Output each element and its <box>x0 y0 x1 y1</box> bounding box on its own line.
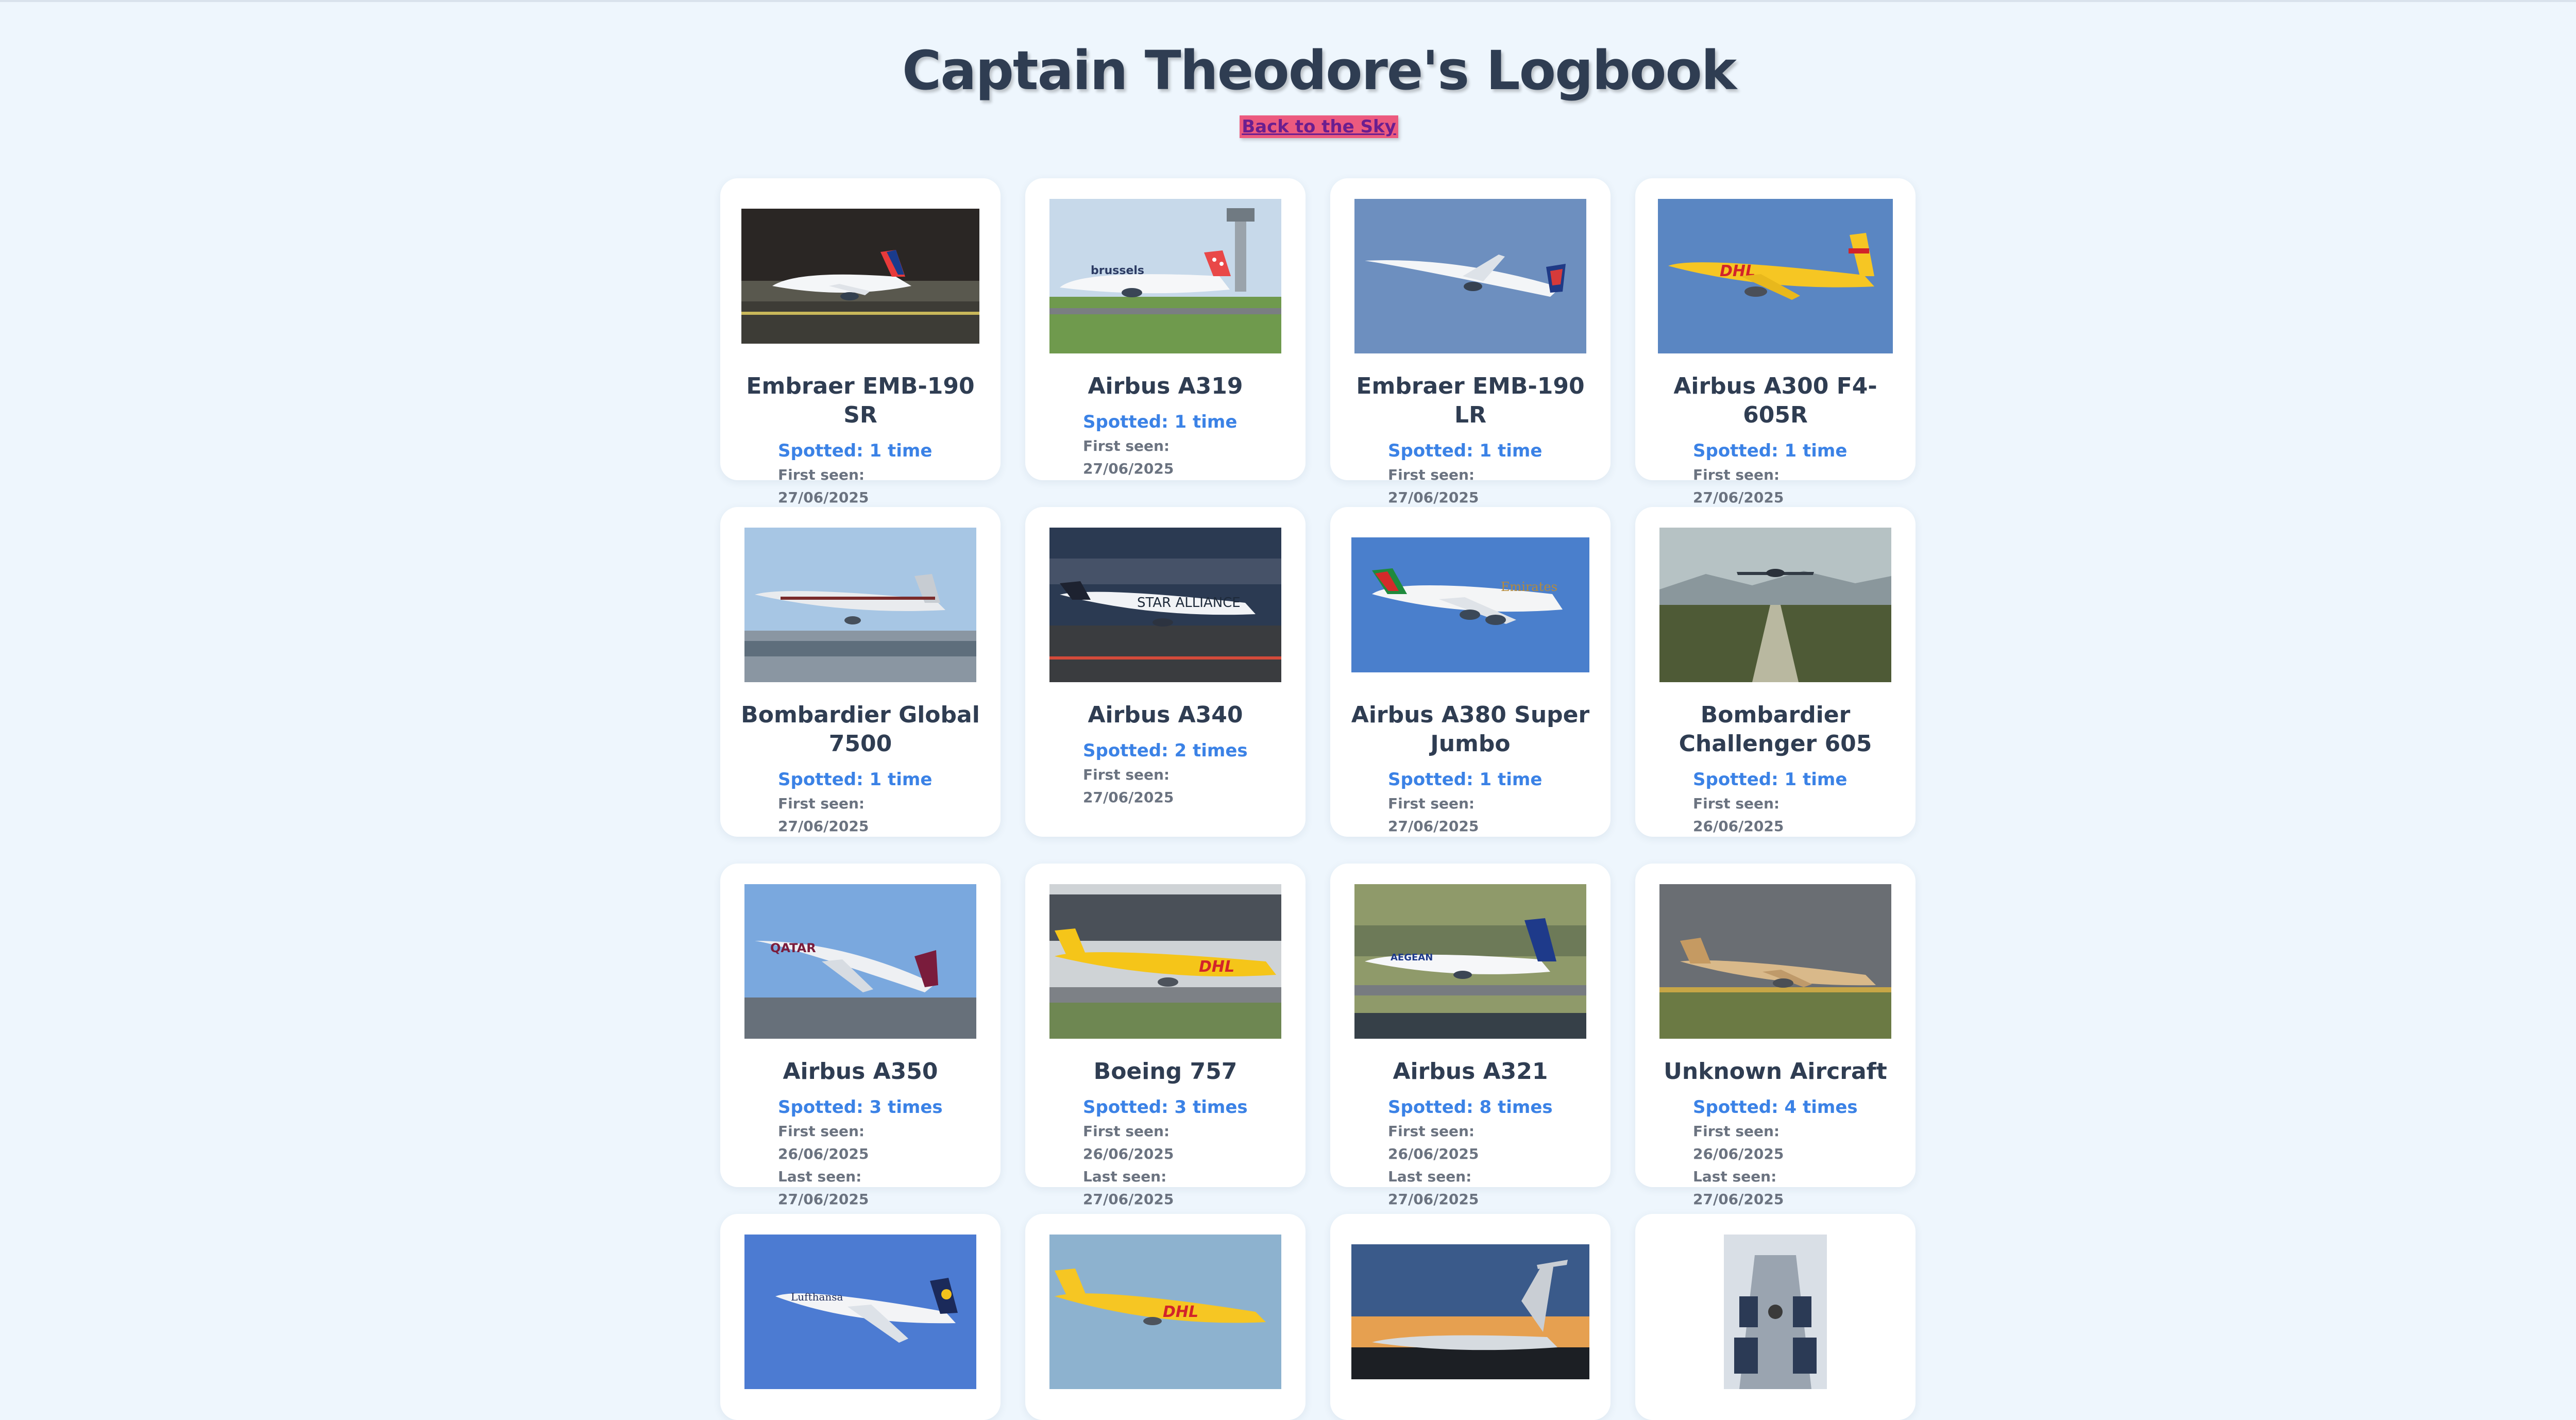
first-seen: First seen: 27/06/2025 <box>1388 795 1479 835</box>
aircraft-name: Boeing 757 <box>1093 1058 1238 1085</box>
aircraft-meta: Spotted: 3 times First seen: 26/06/2025 … <box>1083 1094 1248 1211</box>
first-seen: First seen: 27/06/2025 <box>1083 437 1174 477</box>
aircraft-card[interactable]: DHL Airbus A300 F4-605R Spotted: 1 time … <box>1635 178 1916 506</box>
aircraft-photo <box>741 199 979 353</box>
aircraft-meta: Spotted: 1 time First seen: 27/06/2025 <box>1693 438 1858 509</box>
spotted-count: Spotted: 2 times <box>1083 740 1248 761</box>
spotted-count: Spotted: 1 time <box>1693 769 1848 790</box>
spotted-count: Spotted: 1 time <box>1083 412 1238 432</box>
aircraft-name: Embraer EMB-190 LR <box>1356 373 1585 428</box>
aircraft-photo <box>1656 528 1894 682</box>
aircraft-photo: DHL <box>1046 884 1284 1039</box>
aircraft-meta: Spotted: 1 time First seen: 27/06/2025 <box>1388 438 1553 509</box>
svg-text:STAR ALLIANCE: STAR ALLIANCE <box>1137 595 1241 611</box>
aircraft-card[interactable]: DHL <box>1025 1214 1306 1420</box>
page-title: Captain Theodore's Logbook <box>902 39 1737 102</box>
svg-text:QATAR: QATAR <box>770 941 816 955</box>
aircraft-name: Airbus A300 F4-605R <box>1673 373 1877 428</box>
aircraft-meta: Spotted: 2 times First seen: 27/06/2025 <box>1083 738 1248 809</box>
aircraft-meta: Spotted: 1 time First seen: 27/06/2025 <box>778 767 943 838</box>
aircraft-card[interactable]: Emirates Airbus A380 Super Jumbo Spotted… <box>1330 507 1611 837</box>
spotted-count: Spotted: 3 times <box>1083 1097 1248 1118</box>
aircraft-photo <box>1351 199 1589 353</box>
spotted-count: Spotted: 1 time <box>778 769 933 790</box>
top-border <box>0 0 2576 2</box>
aircraft-name: Airbus A319 <box>1088 373 1243 399</box>
aircraft-meta: Spotted: 3 times First seen: 26/06/2025 … <box>778 1094 943 1211</box>
last-seen: Last seen: 27/06/2025 <box>778 1168 869 1208</box>
aircraft-card[interactable]: Lufthansa <box>720 1214 1001 1420</box>
aircraft-photo <box>1656 884 1894 1039</box>
back-to-sky-link[interactable]: Back to the Sky <box>1240 115 1398 138</box>
aircraft-photo: AEGEAN <box>1351 884 1589 1039</box>
svg-text:brussels: brussels <box>1091 264 1144 277</box>
page-header: Captain Theodore's Logbook Back to the S… <box>0 0 2576 138</box>
aircraft-meta: Spotted: 1 time First seen: 27/06/2025 <box>778 438 943 509</box>
aircraft-name: Airbus A350 <box>783 1058 938 1085</box>
aircraft-meta: Spotted: 1 time First seen: 27/06/2025 <box>1388 767 1553 838</box>
spotted-count: Spotted: 8 times <box>1388 1097 1553 1118</box>
aircraft-card[interactable]: QATAR Airbus A350 Spotted: 3 times First… <box>720 864 1001 1208</box>
aircraft-card[interactable]: Bombardier Global 7500 Spotted: 1 time F… <box>720 507 1001 837</box>
first-seen: First seen: 27/06/2025 <box>778 795 869 835</box>
aircraft-card[interactable] <box>1330 1214 1611 1420</box>
aircraft-photo: Lufthansa <box>741 1235 979 1389</box>
aircraft-photo: DHL <box>1656 199 1894 353</box>
aircraft-photo <box>1351 1235 1589 1389</box>
aircraft-name: Airbus A340 <box>1088 702 1243 728</box>
aircraft-photo: brussels <box>1046 199 1284 353</box>
aircraft-card[interactable]: AEGEAN Airbus A321 Spotted: 8 times Firs… <box>1330 864 1611 1208</box>
first-seen: First seen: 27/06/2025 <box>778 466 869 506</box>
aircraft-meta: Spotted: 1 time First seen: 27/06/2025 <box>1083 409 1248 480</box>
aircraft-photo: DHL <box>1046 1235 1284 1389</box>
aircraft-photo: STAR ALLIANCE <box>1046 528 1284 682</box>
aircraft-card[interactable] <box>1635 1214 1916 1420</box>
last-seen: Last seen: 27/06/2025 <box>1693 1168 1784 1208</box>
aircraft-name: Unknown Aircraft <box>1664 1058 1887 1085</box>
aircraft-meta: Spotted: 4 times First seen: 26/06/2025 … <box>1693 1094 1858 1211</box>
last-seen: Last seen: 27/06/2025 <box>1083 1168 1174 1208</box>
svg-text:DHL: DHL <box>1163 1303 1198 1321</box>
first-seen: First seen: 26/06/2025 <box>1693 1123 1784 1162</box>
first-seen: First seen: 27/06/2025 <box>1083 766 1174 806</box>
svg-text:Lufthansa: Lufthansa <box>791 1291 843 1303</box>
first-seen: First seen: 26/06/2025 <box>1388 1123 1479 1162</box>
aircraft-name: Airbus A380 Super Jumbo <box>1351 702 1590 757</box>
aircraft-card[interactable]: Bombardier Challenger 605 Spotted: 1 tim… <box>1635 507 1916 837</box>
aircraft-card[interactable]: STAR ALLIANCE Airbus A340 Spotted: 2 tim… <box>1025 507 1306 837</box>
last-seen: Last seen: 27/06/2025 <box>1388 1168 1479 1208</box>
aircraft-grid: Embraer EMB-190 SR Spotted: 1 time First… <box>720 178 1916 1420</box>
first-seen: First seen: 26/06/2025 <box>778 1123 869 1162</box>
aircraft-name: Bombardier Global 7500 <box>741 702 980 757</box>
aircraft-card[interactable]: Embraer EMB-190 LR Spotted: 1 time First… <box>1330 178 1611 506</box>
aircraft-card[interactable]: brussels Airbus A319 Spotted: 1 time Fir… <box>1025 178 1306 480</box>
aircraft-name: Embraer EMB-190 SR <box>746 373 975 428</box>
svg-text:AEGEAN: AEGEAN <box>1391 952 1433 963</box>
aircraft-photo: Emirates <box>1351 528 1589 682</box>
spotted-count: Spotted: 4 times <box>1693 1097 1858 1118</box>
aircraft-photo <box>1656 1235 1894 1389</box>
spotted-count: Spotted: 1 time <box>778 441 933 461</box>
aircraft-name: Airbus A321 <box>1393 1058 1548 1085</box>
aircraft-photo <box>741 528 979 682</box>
spotted-count: Spotted: 1 time <box>1388 441 1543 461</box>
aircraft-card[interactable]: Unknown Aircraft Spotted: 4 times First … <box>1635 864 1916 1208</box>
spotted-count: Spotted: 3 times <box>778 1097 943 1118</box>
aircraft-photo: QATAR <box>741 884 979 1039</box>
spotted-count: Spotted: 1 time <box>1693 441 1848 461</box>
aircraft-card[interactable]: Embraer EMB-190 SR Spotted: 1 time First… <box>720 178 1001 506</box>
first-seen: First seen: 27/06/2025 <box>1388 466 1479 506</box>
spotted-count: Spotted: 1 time <box>1388 769 1543 790</box>
first-seen: First seen: 26/06/2025 <box>1693 795 1784 835</box>
aircraft-meta: Spotted: 1 time First seen: 26/06/2025 <box>1693 767 1858 838</box>
aircraft-meta: Spotted: 8 times First seen: 26/06/2025 … <box>1388 1094 1553 1211</box>
svg-text:DHL: DHL <box>1199 958 1234 976</box>
aircraft-card[interactable]: DHL Boeing 757 Spotted: 3 times First se… <box>1025 864 1306 1208</box>
first-seen: First seen: 26/06/2025 <box>1083 1123 1174 1162</box>
first-seen: First seen: 27/06/2025 <box>1693 466 1784 506</box>
svg-text:Emirates: Emirates <box>1501 580 1557 594</box>
aircraft-name: Bombardier Challenger 605 <box>1679 702 1872 757</box>
